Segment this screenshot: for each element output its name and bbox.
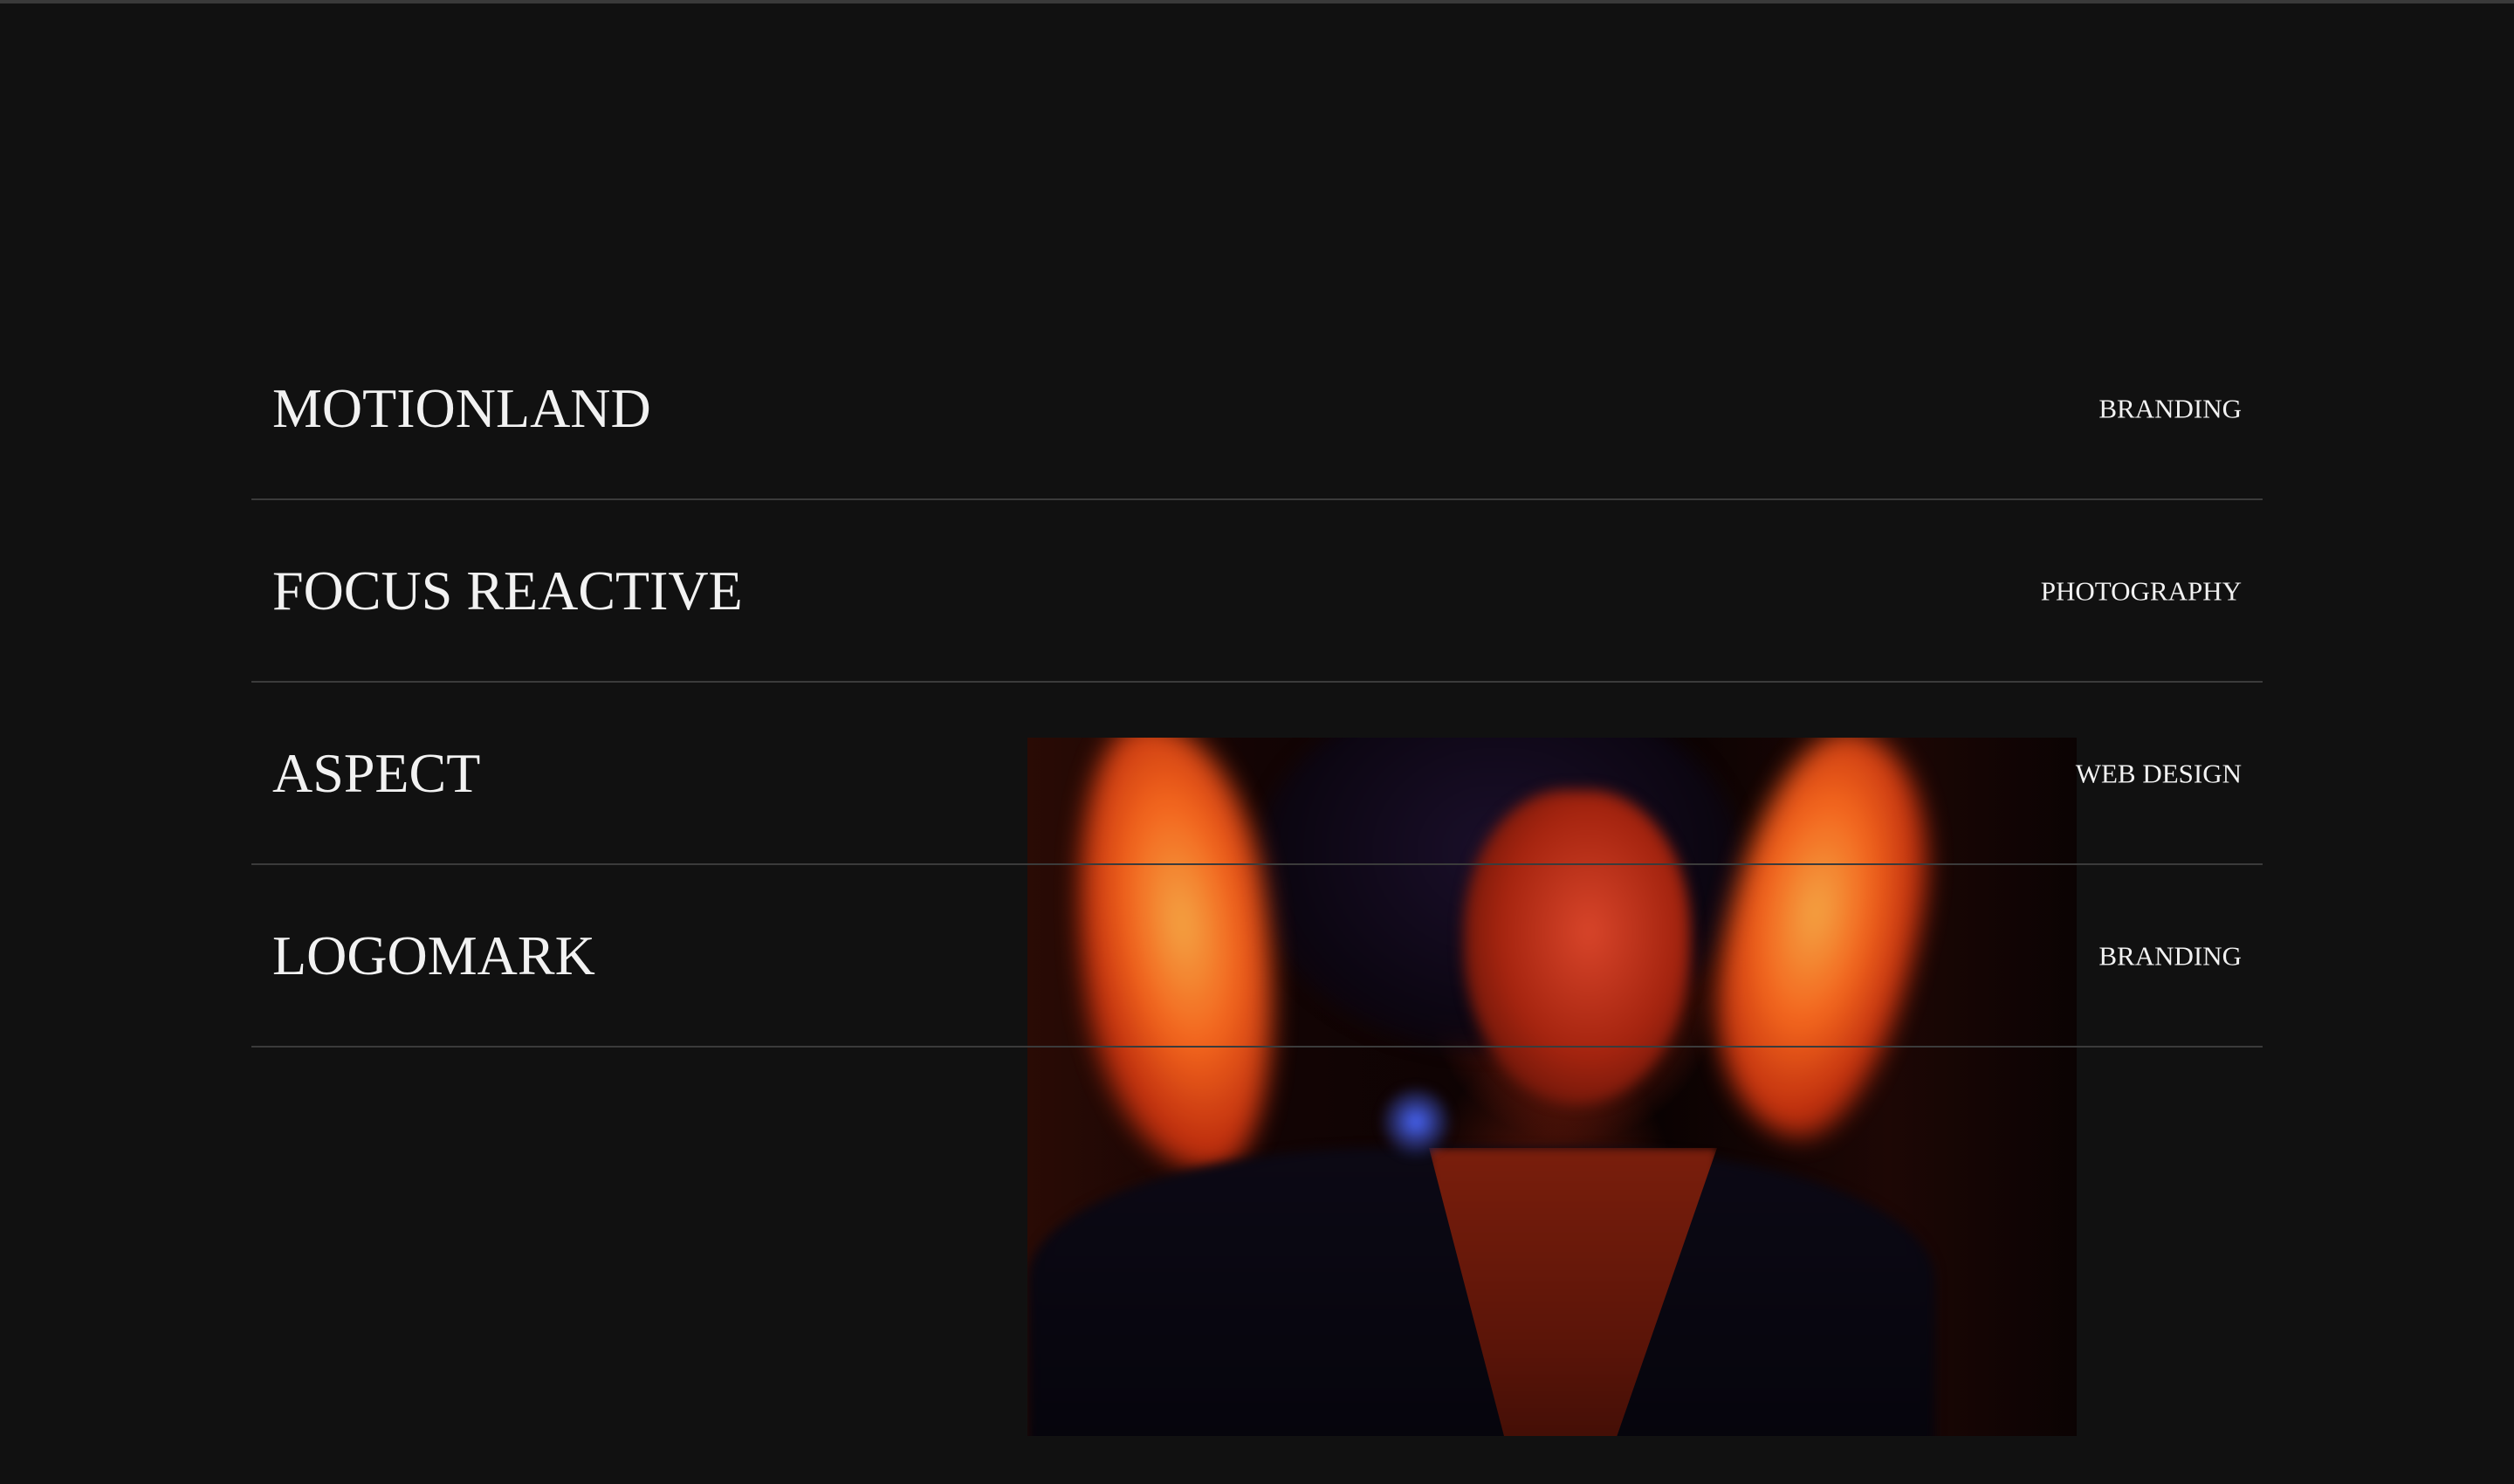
project-title: FOCUS REACTIVE (272, 559, 743, 622)
project-category: BRANDING (2098, 393, 2242, 423)
project-row-logomark[interactable]: LOGOMARK BRANDING (251, 865, 2263, 1048)
project-category: PHOTOGRAPHY (2040, 575, 2242, 606)
project-row-focus-reactive[interactable]: FOCUS REACTIVE PHOTOGRAPHY (251, 500, 2263, 683)
project-category: WEB DESIGN (2075, 758, 2242, 788)
project-row-motionland[interactable]: MOTIONLAND BRANDING (251, 318, 2263, 500)
project-category: BRANDING (2098, 940, 2242, 971)
top-edge-line (0, 0, 2514, 3)
project-title: LOGOMARK (272, 924, 595, 986)
project-row-aspect[interactable]: ASPECT WEB DESIGN (251, 683, 2263, 865)
project-title: MOTIONLAND (272, 376, 651, 439)
preview-blue-glow (1377, 1087, 1455, 1157)
project-title: ASPECT (272, 741, 481, 804)
project-list: MOTIONLAND BRANDING FOCUS REACTIVE PHOTO… (251, 318, 2263, 1048)
